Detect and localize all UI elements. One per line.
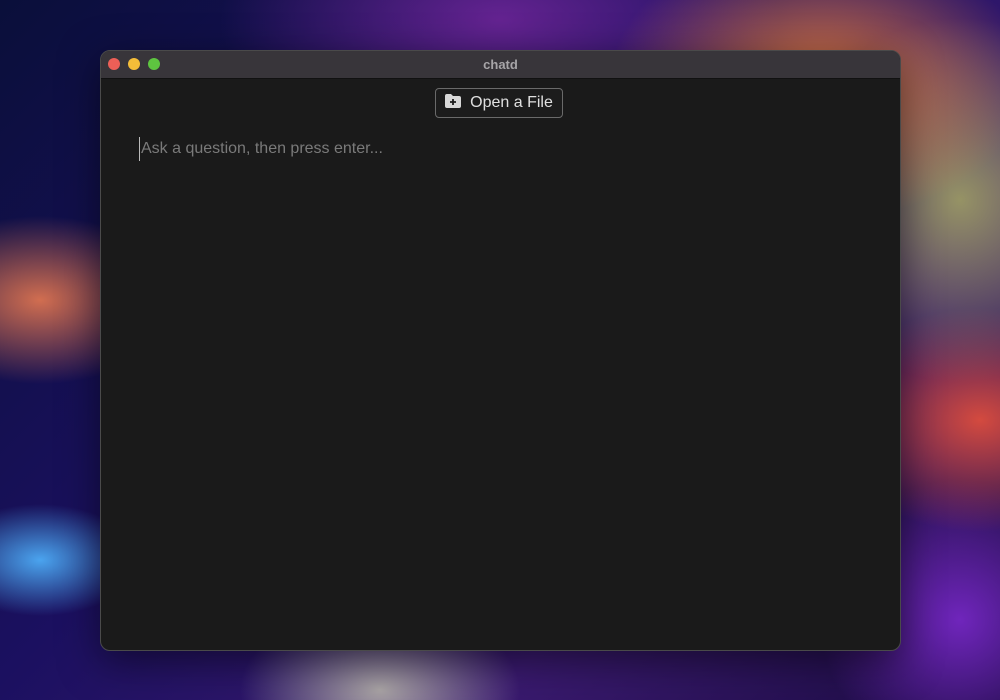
open-file-button[interactable]: Open a File xyxy=(435,88,563,118)
title-bar[interactable]: chatd xyxy=(101,51,900,79)
question-input[interactable] xyxy=(139,137,843,161)
open-file-label: Open a File xyxy=(470,94,553,111)
folder-plus-icon xyxy=(445,93,462,113)
window-title: chatd xyxy=(483,57,518,72)
app-window: chatd Open a File xyxy=(100,50,901,651)
